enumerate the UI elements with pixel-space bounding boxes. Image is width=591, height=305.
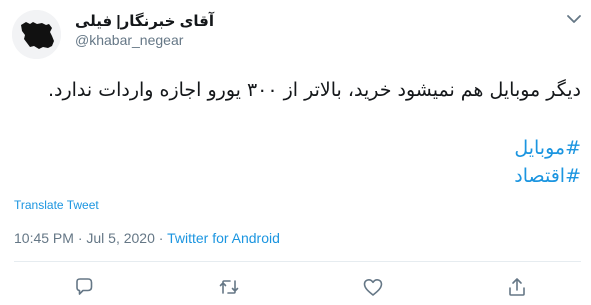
tweet-timestamp[interactable]: 10:45 PM · Jul 5, 2020 — [14, 230, 155, 246]
chevron-down-icon[interactable] — [566, 12, 582, 24]
tweet-source-link[interactable]: Twitter for Android — [167, 230, 280, 246]
reply-icon[interactable] — [72, 275, 96, 299]
author-display-name[interactable]: آقای خبرنگار| فیلی — [75, 12, 214, 30]
iran-map-silhouette-icon — [12, 10, 61, 59]
share-icon[interactable] — [505, 275, 529, 299]
hashtag-link[interactable]: #موبایل — [514, 134, 581, 162]
meta-separator: · — [154, 230, 168, 246]
author-handle[interactable]: @khabar_negear — [75, 32, 183, 48]
divider — [14, 261, 581, 262]
avatar[interactable] — [12, 10, 61, 59]
hashtag-list: #موبایل #اقتصاد — [514, 134, 581, 190]
retweet-icon[interactable] — [217, 275, 241, 299]
translate-tweet-link[interactable]: Translate Tweet — [14, 198, 99, 212]
hashtag-link[interactable]: #اقتصاد — [514, 162, 581, 190]
tweet-card: آقای خبرنگار| فیلی @khabar_negear دیگر م… — [0, 0, 591, 305]
action-bar — [0, 273, 591, 301]
tweet-meta: 10:45 PM · Jul 5, 2020 · Twitter for And… — [14, 230, 280, 246]
like-icon[interactable] — [361, 275, 385, 299]
tweet-text: دیگر موبایل هم نمیشود خرید، بالاتر از ۳۰… — [47, 79, 581, 101]
